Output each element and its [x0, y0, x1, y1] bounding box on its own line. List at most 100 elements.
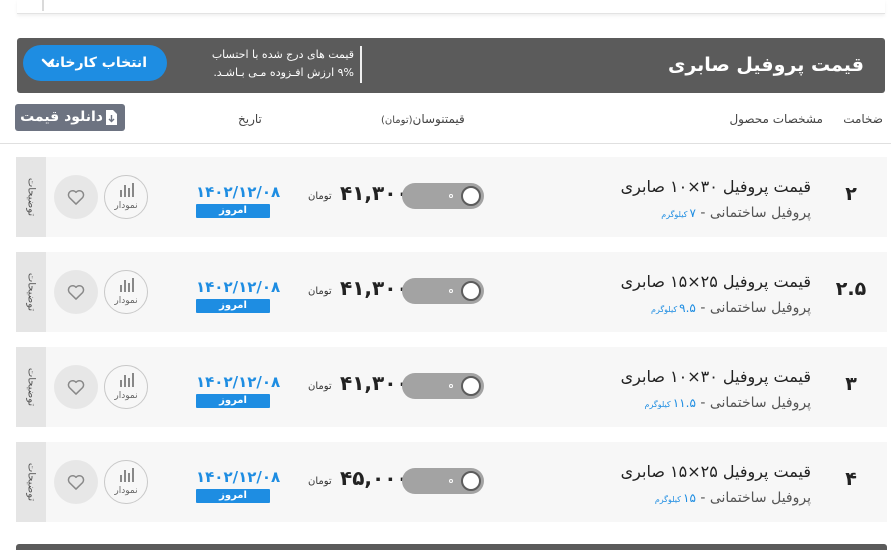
- description-tab-label: توضیحات: [25, 367, 37, 407]
- price-value: ۴۱,۳۰۰: [340, 181, 409, 205]
- price-date: ۱۴۰۲/۱۲/۰۸: [196, 183, 281, 201]
- description-tab-label: توضیحات: [25, 177, 37, 217]
- select-factory-button[interactable]: انتخاب کارخانه: [23, 45, 167, 81]
- toggle-knob: [461, 471, 481, 491]
- toggle-dot: [449, 194, 453, 198]
- column-price-label: قیمت: [444, 112, 465, 126]
- heart-icon: [67, 379, 85, 395]
- weight-value: ۱۱.۵: [672, 396, 696, 410]
- today-badge: امروز: [196, 394, 270, 408]
- divider: [42, 0, 44, 11]
- price-unit: تومان: [308, 191, 332, 202]
- today-badge: امروز: [196, 204, 270, 218]
- vat-note-line-2: ۹% ارزش افـزوده مـی بـاشـد.: [213, 66, 354, 79]
- product-name[interactable]: قیمت پروفیل ۲۵×۱۵ صابری: [621, 272, 811, 291]
- table-row: توضیحات نمودار ۱۴۰۲/۱۲/۰۸ امروز تومان ۴۱…: [16, 157, 887, 237]
- thickness-value: ۴: [845, 468, 857, 490]
- description-tab[interactable]: توضیحات: [16, 347, 46, 427]
- chart-button[interactable]: نمودار: [104, 365, 148, 409]
- price-unit: تومان: [308, 286, 332, 297]
- column-thickness: ضخامت: [843, 112, 883, 126]
- chart-button[interactable]: نمودار: [104, 270, 148, 314]
- favorite-button[interactable]: [54, 175, 98, 219]
- price-date: ۱۴۰۲/۱۲/۰۸: [196, 373, 281, 391]
- column-fluctuation-label: نوسان: [412, 112, 445, 126]
- weight-unit: کیلوگرم: [661, 210, 688, 219]
- chart-label: نمودار: [114, 296, 138, 306]
- column-price: قیمتنوسان(تومان): [381, 112, 465, 126]
- vat-note-line-1: قیمت های درج شده با احتساب: [211, 48, 354, 61]
- fluctuation-toggle[interactable]: [402, 183, 484, 209]
- fluctuation-toggle[interactable]: [402, 278, 484, 304]
- category-text: پروفیل ساختمانی -: [695, 395, 811, 411]
- header-separator: [0, 143, 891, 144]
- description-tab[interactable]: توضیحات: [16, 442, 46, 522]
- bar-chart-icon: [120, 183, 134, 197]
- product-name[interactable]: قیمت پروفیل ۳۰×۱۰ صابری: [621, 177, 811, 196]
- heart-icon: [67, 284, 85, 300]
- toggle-knob: [461, 281, 481, 301]
- chart-label: نمودار: [114, 486, 138, 496]
- price-value: ۴۱,۳۰۰: [340, 276, 409, 300]
- product-name[interactable]: قیمت پروفیل ۳۰×۱۰ صابری: [621, 367, 811, 386]
- next-section-header-fragment: [16, 544, 887, 550]
- product-category: پروفیل ساختمانی - ۱۱.۵کیلوگرم: [645, 395, 811, 411]
- product-category: پروفیل ساختمانی - ۷کیلوگرم: [661, 205, 811, 221]
- weight-value: ۱۵: [683, 491, 696, 505]
- product-category: پروفیل ساختمانی - ۹.۵کیلوگرم: [651, 300, 811, 316]
- toggle-dot: [449, 384, 453, 388]
- weight-unit: کیلوگرم: [644, 400, 671, 409]
- download-price-label: دانلود قیمت: [20, 109, 103, 125]
- thickness-value: ۲.۵: [835, 278, 867, 300]
- chevron-down-icon: [41, 58, 55, 67]
- chart-button[interactable]: نمودار: [104, 460, 148, 504]
- fluctuation-toggle[interactable]: [402, 468, 484, 494]
- category-text: پروفیل ساختمانی -: [695, 205, 811, 221]
- weight-unit: کیلوگرم: [650, 305, 678, 314]
- toggle-dot: [449, 289, 453, 293]
- chart-button[interactable]: نمودار: [104, 175, 148, 219]
- price-unit: تومان: [308, 476, 332, 487]
- price-value: ۴۵,۰۰۰: [340, 466, 409, 490]
- price-table-header: قیمت پروفیل صابری قیمت های درج شده با اح…: [17, 38, 885, 93]
- download-price-button[interactable]: دانلود قیمت: [15, 104, 125, 131]
- select-factory-label: انتخاب کارخانه: [46, 55, 147, 71]
- page-title: قیمت پروفیل صابری: [667, 54, 864, 76]
- weight-value: ۹.۵: [679, 301, 696, 315]
- description-tab[interactable]: توضیحات: [16, 157, 46, 237]
- table-row: توضیحات نمودار ۱۴۰۲/۱۲/۰۸ امروز تومان ۴۱…: [16, 252, 887, 332]
- favorite-button[interactable]: [54, 460, 98, 504]
- table-row: توضیحات نمودار ۱۴۰۲/۱۲/۰۸ امروز تومان ۴۱…: [16, 347, 887, 427]
- favorite-button[interactable]: [54, 365, 98, 409]
- bar-chart-icon: [120, 468, 134, 482]
- fluctuation-toggle[interactable]: [402, 373, 484, 399]
- weight-unit: کیلوگرم: [654, 495, 681, 504]
- category-text: پروفیل ساختمانی -: [695, 300, 811, 316]
- category-text: پروفیل ساختمانی -: [695, 490, 811, 506]
- column-specs: مشخصات محصول: [729, 112, 823, 126]
- toggle-dot: [449, 479, 453, 483]
- description-tab[interactable]: توضیحات: [16, 252, 46, 332]
- product-name[interactable]: قیمت پروفیل ۲۵×۱۵ صابری: [621, 462, 811, 481]
- favorite-button[interactable]: [54, 270, 98, 314]
- toggle-knob: [461, 186, 481, 206]
- price-date: ۱۴۰۲/۱۲/۰۸: [196, 468, 281, 486]
- today-badge: امروز: [196, 489, 270, 503]
- thickness-value: ۳: [845, 373, 857, 395]
- description-tab-label: توضیحات: [25, 272, 37, 312]
- product-category: پروفیل ساختمانی - ۱۵کیلوگرم: [655, 490, 811, 506]
- bar-chart-icon: [120, 373, 134, 387]
- vat-note: قیمت های درج شده با احتساب ۹% ارزش افـزو…: [179, 46, 354, 82]
- price-value: ۴۱,۳۰۰: [340, 371, 409, 395]
- previous-card-fragment: [17, 0, 885, 14]
- header-divider: [360, 46, 362, 83]
- bar-chart-icon: [120, 278, 134, 292]
- description-tab-label: توضیحات: [25, 462, 37, 502]
- heart-icon: [67, 189, 85, 205]
- file-download-icon: [106, 110, 117, 125]
- price-date: ۱۴۰۲/۱۲/۰۸: [196, 278, 281, 296]
- chart-label: نمودار: [114, 201, 138, 211]
- column-unit-label: (تومان): [381, 115, 413, 126]
- toggle-knob: [461, 376, 481, 396]
- heart-icon: [67, 474, 85, 490]
